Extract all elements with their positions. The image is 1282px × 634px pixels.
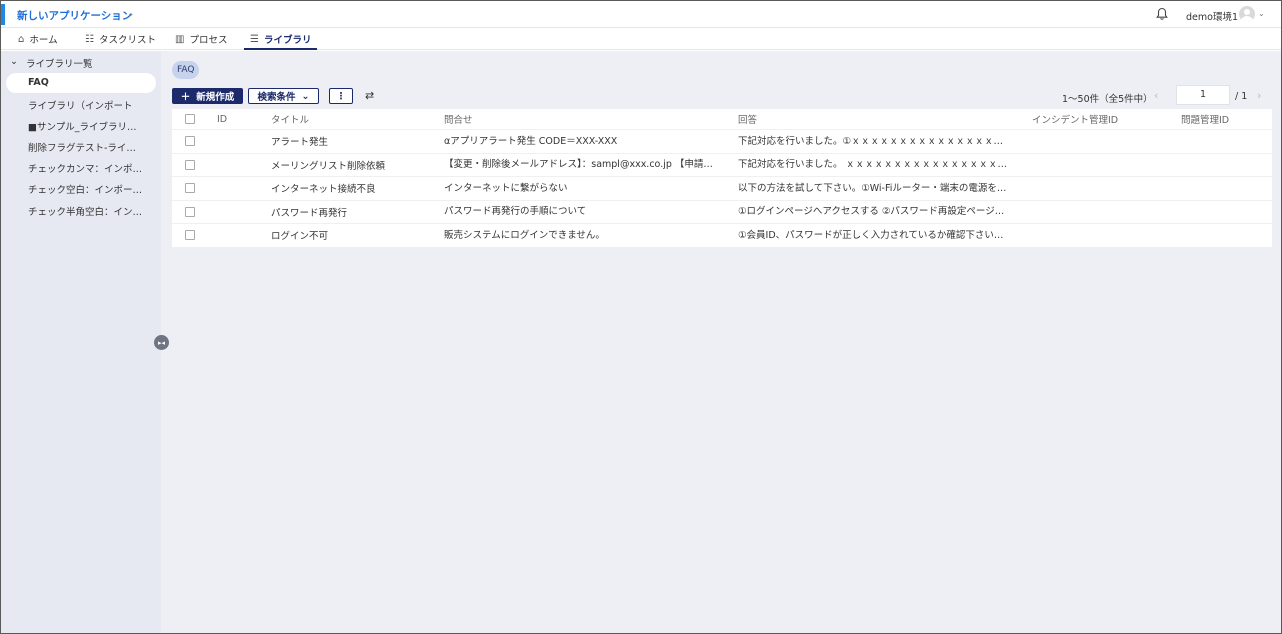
sidebar-item-delete-flag-test[interactable]: 削除フラグテスト-ライ…	[28, 140, 136, 154]
cell-question: αアプリアラート発生 CODE＝XXX-XXX	[444, 135, 618, 147]
cell-question: 【変更・削除後メールアドレス】：sampl@xxx.co.jp 【申請理…	[444, 159, 716, 171]
sidebar-item-faq[interactable]: FAQ	[6, 73, 156, 93]
cell-incident-id	[1032, 177, 1172, 200]
cell-problem-id	[1181, 130, 1271, 153]
tab-home[interactable]: ⌂ ホーム	[18, 28, 58, 50]
chevron-down-icon: ⌄	[301, 90, 310, 102]
row-checkbox[interactable]	[185, 206, 195, 217]
sidebar-item-sample-library[interactable]: ■サンプル_ライブラリ…	[28, 119, 136, 133]
cell-id	[217, 224, 257, 247]
cell-answer: ①ログインページへアクセスする ②パスワード再設定ページへ…	[738, 206, 1010, 218]
column-header-id[interactable]: ID	[217, 109, 257, 129]
column-header-answer[interactable]: 回答	[738, 109, 1010, 129]
tab-label: ライブラリ	[263, 35, 312, 46]
table-row[interactable]: ログイン不可 販売システムにログインできません。 ①会員ID、パスワードが正しく…	[172, 224, 1272, 248]
avatar[interactable]	[1239, 6, 1255, 22]
library-tree-header[interactable]: ⌄ ライブラリ一覧	[10, 56, 92, 70]
table-header-row: ID タイトル 問合せ 回答 インシデント管理ID 問題管理ID	[172, 109, 1272, 130]
tab-process[interactable]: ▥ プロセス	[175, 28, 227, 50]
cell-title: ログイン不可	[271, 231, 329, 243]
tab-label: タスクリスト	[98, 35, 156, 46]
page-total: / 1	[1235, 91, 1248, 102]
new-create-label: 新規作成	[196, 92, 235, 103]
sidebar-collapse-icon[interactable]: ▸◂	[154, 335, 169, 350]
sidebar-item-check-halfwidth-space[interactable]: チェック半角空白：イン…	[28, 204, 142, 218]
cell-question: インターネットに繋がらない	[444, 182, 568, 194]
cell-problem-id	[1181, 201, 1271, 224]
chevron-down-icon[interactable]: ⌄	[10, 56, 18, 70]
home-icon: ⌂	[18, 33, 25, 45]
swap-icon[interactable]: ⇄	[365, 89, 374, 102]
row-checkbox[interactable]	[185, 230, 195, 241]
table-row[interactable]: パスワード再発行 パスワード再発行の手順について ①ログインページへアクセスする…	[172, 201, 1272, 224]
search-conditions-label: 検索条件	[257, 92, 296, 103]
cell-title: アラート発生	[271, 137, 329, 149]
chevron-down-icon[interactable]: ⌄	[127, 9, 135, 19]
cell-answer: 下記対応を行いました。①ｘｘｘｘｘｘｘｘｘｘｘｘｘｘｘｘｘ…	[738, 135, 1010, 147]
chevron-right-icon[interactable]: ›	[1257, 89, 1261, 102]
row-checkbox[interactable]	[185, 136, 195, 147]
tab-library[interactable]: ☰ ライブラリ	[243, 28, 319, 50]
app-title[interactable]: 新しいアプリケーション	[17, 8, 132, 23]
chevron-left-icon[interactable]: ‹	[1154, 89, 1158, 102]
cell-answer: 以下の方法を試して下さい。①Wi-Fiルーター・端末の電源を…	[738, 182, 1007, 194]
app-accent-bar	[1, 4, 5, 25]
sidebar-item-library-import[interactable]: ライブラリ（インポート	[28, 98, 133, 112]
row-checkbox[interactable]	[185, 159, 195, 170]
list-icon: ☰	[250, 33, 259, 45]
checklist-icon: ☷	[85, 33, 94, 45]
library-sidebar: ⌄ ライブラリ一覧 FAQ ライブラリ（インポート ■サンプル_ライブラリ… 削…	[1, 51, 161, 633]
search-conditions-button[interactable]: 検索条件 ⌄	[248, 88, 319, 104]
cell-answer: 下記対応を行いました。 ｘｘｘｘｘｘｘｘｘｘｘｘｘｘｘｘｘ…	[738, 159, 1010, 171]
page-number-input[interactable]: 1	[1176, 85, 1230, 105]
column-header-incident-id[interactable]: インシデント管理ID	[1032, 109, 1172, 129]
row-checkbox[interactable]	[185, 183, 195, 194]
cell-id	[217, 201, 257, 224]
cell-incident-id	[1032, 201, 1172, 224]
tree-label: ライブラリ一覧	[25, 59, 93, 70]
record-range-text: 1〜50件（全5件中）	[1062, 94, 1153, 105]
cell-problem-id	[1181, 177, 1271, 200]
more-options-button[interactable]: ⋮	[329, 88, 353, 104]
cell-incident-id	[1032, 130, 1172, 153]
plus-icon: ＋	[180, 92, 191, 103]
column-header-title[interactable]: タイトル	[271, 109, 436, 129]
app-window: 新しいアプリケーション ⌄ demo環境1 ⌄ ⌂ ホーム ☷ タスクリスト ▥…	[0, 0, 1282, 634]
faq-table: ID タイトル 問合せ 回答 インシデント管理ID 問題管理ID アラート発生 …	[172, 109, 1272, 248]
process-icon: ▥	[175, 33, 185, 45]
tab-label: プロセス	[189, 35, 228, 46]
tab-label: ホーム	[29, 35, 58, 46]
cell-id	[217, 177, 257, 200]
cell-problem-id	[1181, 154, 1271, 177]
main-content: FAQ ＋ 新規作成 検索条件 ⌄ ⋮ ⇄ 1〜50件（全5件中） ‹ 1 / …	[161, 51, 1281, 633]
main-nav: ⌂ ホーム ☷ タスクリスト ▥ プロセス ☰ ライブラリ	[1, 28, 1281, 50]
cell-answer: ①会員ID、パスワードが正しく入力されているか確認下さい。…	[738, 229, 1010, 241]
sidebar-item-check-comma[interactable]: チェックカンマ：インポ…	[28, 161, 142, 175]
user-menu-chevron-icon[interactable]: ⌄	[1258, 9, 1265, 18]
library-name-chip: FAQ	[172, 61, 200, 79]
cell-incident-id	[1032, 154, 1172, 177]
top-header: 新しいアプリケーション ⌄ demo環境1 ⌄	[1, 1, 1281, 28]
more-vertical-icon: ⋮	[336, 90, 346, 102]
column-header-question[interactable]: 問合せ	[444, 109, 716, 129]
cell-incident-id	[1032, 224, 1172, 247]
bell-icon[interactable]	[1155, 7, 1169, 21]
cell-id	[217, 130, 257, 153]
cell-id	[217, 154, 257, 177]
table-row[interactable]: インターネット接続不良 インターネットに繋がらない 以下の方法を試して下さい。①…	[172, 177, 1272, 201]
column-header-problem-id[interactable]: 問題管理ID	[1181, 109, 1271, 129]
cell-question: パスワード再発行の手順について	[444, 206, 587, 218]
table-row[interactable]: アラート発生 αアプリアラート発生 CODE＝XXX-XXX 下記対応を行いまし…	[172, 130, 1272, 154]
cell-title: インターネット接続不良	[271, 184, 376, 196]
select-all-checkbox[interactable]	[185, 114, 195, 124]
new-create-button[interactable]: ＋ 新規作成	[172, 88, 243, 104]
tab-tasklist[interactable]: ☷ タスクリスト	[85, 28, 156, 50]
sidebar-item-check-space[interactable]: チェック空白：インポー…	[28, 182, 142, 196]
cell-title: メーリングリスト削除依頼	[271, 160, 386, 172]
cell-question: 販売システムにログインできません。	[444, 229, 605, 241]
cell-title: パスワード再発行	[271, 207, 348, 219]
cell-problem-id	[1181, 224, 1271, 247]
user-name[interactable]: demo環境1	[1186, 9, 1238, 23]
table-row[interactable]: メーリングリスト削除依頼 【変更・削除後メールアドレス】：sampl@xxx.c…	[172, 154, 1272, 177]
